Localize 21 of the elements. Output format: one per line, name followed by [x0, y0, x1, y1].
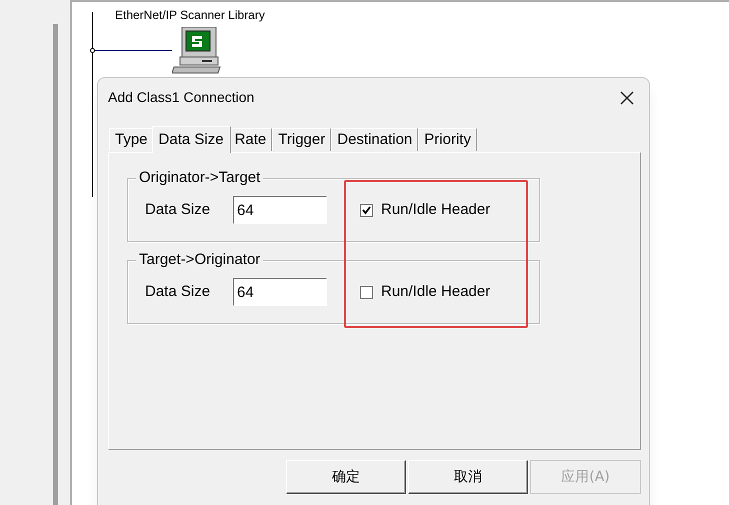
data-size-input[interactable]: 64 [233, 196, 327, 224]
tab[interactable]: Destination [331, 128, 418, 151]
dialog-button[interactable]: 取消 [408, 460, 528, 494]
tab[interactable]: Rate [228, 128, 272, 151]
checkbox-label: Run/Idle Header [381, 282, 490, 302]
tab[interactable]: Trigger [272, 128, 332, 151]
group-title: Target->Originator [136, 251, 264, 269]
group-title: Originator->Target [136, 169, 264, 187]
checkbox-label: Run/Idle Header [381, 200, 490, 220]
dialog-button[interactable]: 确定 [286, 460, 406, 494]
data-size-input[interactable]: 64 [233, 278, 327, 306]
tab[interactable]: Type [109, 128, 154, 151]
node-label: EtherNet/IP Scanner Library [115, 8, 265, 22]
computer-icon [172, 27, 222, 74]
tab[interactable]: Data Size [152, 126, 231, 153]
checkbox[interactable] [360, 286, 373, 298]
field-label: Data Size [145, 200, 212, 220]
field-label: Data Size [145, 282, 212, 302]
checkbox[interactable] [360, 204, 373, 216]
dialog-title: Add Class1 Connection [108, 88, 254, 107]
tab[interactable]: Priority [418, 128, 477, 151]
